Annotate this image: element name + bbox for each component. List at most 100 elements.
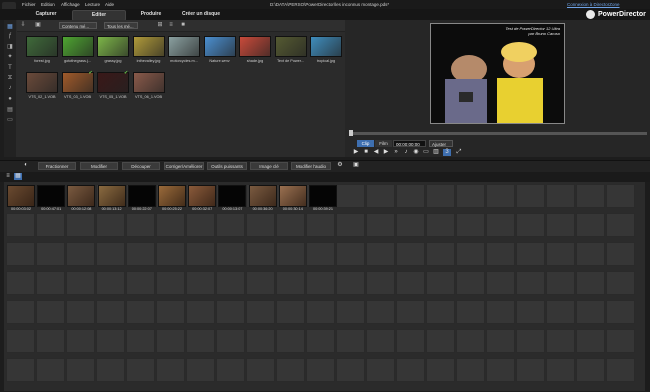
storyboard-slot[interactable] [156,271,185,295]
storyboard-slot[interactable] [96,329,125,353]
storyboard-slot[interactable] [96,213,125,237]
storyboard-slot[interactable] [606,358,635,382]
storyboard-slot[interactable] [366,300,395,324]
tool-menu-icon[interactable]: ⚙ [336,162,344,169]
storyboard-slot[interactable] [36,329,65,353]
storyboard-slot[interactable] [516,242,545,266]
storyboard-slot[interactable] [546,184,575,208]
storyboard-slot[interactable] [516,358,545,382]
storyboard-slot[interactable] [486,358,515,382]
storyboard-slot[interactable] [36,242,65,266]
storyboard-slot[interactable] [216,300,245,324]
storyboard-slot[interactable] [186,242,215,266]
storyboard-slot[interactable] [246,358,275,382]
storyboard-slot[interactable] [336,184,365,208]
media-filter-dropdown[interactable]: Tous les mé... [104,22,138,29]
audio-settings-icon[interactable]: ◐ [22,162,30,169]
storyboard-clip[interactable] [188,185,217,207]
storyboard-slot[interactable] [426,329,455,353]
storyboard-slot[interactable] [306,271,335,295]
library-item-thumbnail[interactable] [26,72,58,93]
storyboard-slot[interactable] [456,242,485,266]
storyboard-slot[interactable] [66,271,95,295]
storyboard-slot[interactable] [6,329,35,353]
sort-icon[interactable]: ≡ [167,22,175,29]
storyboard-slot[interactable] [246,213,275,237]
library-item-thumbnail[interactable] [274,36,307,57]
storyboard-slot[interactable] [276,242,305,266]
media-room-icon[interactable]: ▦ [6,23,14,30]
audio-mixing-icon[interactable]: ♪ [6,85,14,92]
storyboard-slot[interactable] [306,242,335,266]
storyboard-slot[interactable] [426,184,455,208]
subtitle-room-icon[interactable]: ▭ [6,116,14,123]
storyboard-slot[interactable] [336,358,365,382]
storyboard-slot[interactable] [606,213,635,237]
storyboard-slot[interactable] [186,300,215,324]
storyboard-slot[interactable] [396,184,425,208]
scrubber-handle[interactable] [349,130,353,136]
storyboard-slot[interactable] [126,242,155,266]
menu-edition[interactable]: Edition [41,2,55,7]
preview-scrubber[interactable] [349,132,647,135]
storyboard-slot[interactable] [546,213,575,237]
fx-room-icon[interactable]: ƒ [6,33,14,40]
storyboard-slot[interactable] [396,271,425,295]
storyboard-slot[interactable] [36,300,65,324]
storyboard-slot[interactable] [456,213,485,237]
film-mode-toggle[interactable]: Film [375,140,392,147]
display-icon[interactable]: ▭ [422,149,430,156]
storyboard-slot[interactable] [156,358,185,382]
storyboard-slot[interactable] [606,329,635,353]
tab-produire[interactable]: Produire [132,10,170,19]
storyboard-clip[interactable] [127,185,156,207]
storyboard-slot[interactable] [186,271,215,295]
storyboard-clip[interactable] [67,185,96,207]
storyboard-slot[interactable] [276,329,305,353]
storyboard-slot[interactable] [276,300,305,324]
storyboard-slot[interactable] [276,358,305,382]
fix-enhance-button[interactable]: Corriger/Améliorer [164,162,204,170]
storyboard-slot[interactable] [426,213,455,237]
storyboard-slot[interactable] [366,358,395,382]
storyboard-slot[interactable] [336,329,365,353]
title-room-icon[interactable]: T [6,65,14,72]
storyboard-slot[interactable] [486,242,515,266]
trim-button[interactable]: Découper [122,162,160,170]
storyboard-slot[interactable] [396,300,425,324]
thumbnail-size-icon[interactable]: ■ [179,22,187,29]
storyboard-slot[interactable] [36,213,65,237]
storyboard-slot[interactable] [156,300,185,324]
import-media-icon[interactable]: ⇩ [19,22,27,29]
storyboard-slot[interactable] [96,242,125,266]
storyboard-slot[interactable] [36,271,65,295]
storyboard-slot[interactable] [306,329,335,353]
true-theater-icon[interactable]: 3 [443,149,451,156]
storyboard-slot[interactable] [576,358,605,382]
storyboard-slot[interactable] [366,184,395,208]
storyboard-clip[interactable] [97,185,126,207]
storyboard-slot[interactable] [576,242,605,266]
storyboard-slot[interactable] [426,358,455,382]
zoom-fit-dropdown[interactable]: Ajuster [429,140,453,147]
storyboard-slot[interactable] [546,271,575,295]
library-item-thumbnail[interactable] [132,72,165,93]
fit-timeline-icon[interactable]: ▣ [352,162,360,169]
storyboard-slot[interactable] [366,242,395,266]
storyboard-slot[interactable] [216,242,245,266]
library-item-thumbnail[interactable] [132,36,165,57]
storyboard-slot[interactable] [546,300,575,324]
storyboard-slot[interactable] [426,242,455,266]
storyboard-slot[interactable] [336,242,365,266]
storyboard-slot[interactable] [486,329,515,353]
transition-room-icon[interactable]: ⧖ [6,75,14,82]
storyboard-slot[interactable] [36,358,65,382]
storyboard-slot[interactable] [456,329,485,353]
menu-affichage[interactable]: Affichage [61,2,80,7]
storyboard-slot[interactable] [276,213,305,237]
undock-icon[interactable]: ⤢ [455,149,463,156]
keyframe-button[interactable]: Image clé [250,162,288,170]
storyboard-slot[interactable] [96,300,125,324]
particle-room-icon[interactable]: ✦ [6,53,14,60]
storyboard-slot[interactable] [576,300,605,324]
